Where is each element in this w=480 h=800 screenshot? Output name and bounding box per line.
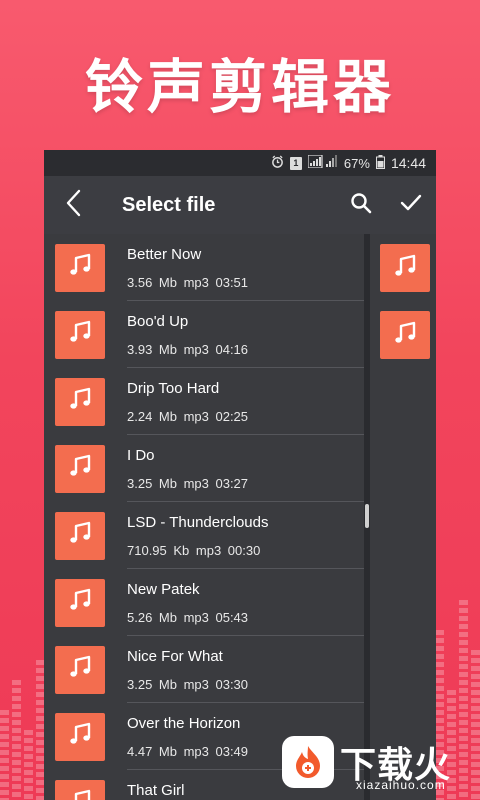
music-thumbnail (55, 511, 105, 560)
file-info: LSD - Thunderclouds 710.95 Kb mp3 00:30 (127, 502, 364, 569)
file-list-item[interactable]: I Do 3.25 Mb mp3 03:27 (44, 435, 364, 502)
file-title: That Girl (127, 782, 185, 799)
chevron-left-icon (65, 189, 83, 222)
file-list: Better Now 3.56 Mb mp3 03:51 Boo'd Up 3.93 … (44, 234, 364, 800)
file-list-item[interactable]: Better Now 3.56 Mb mp3 03:51 (44, 234, 364, 301)
music-note-icon (67, 721, 93, 752)
file-title: LSD - Thunderclouds (127, 514, 269, 531)
file-meta: 4.47 Mb mp3 03:49 (127, 744, 249, 759)
sim-card-icon: 1 (289, 156, 302, 170)
file-list-item[interactable]: Nice For What 3.25 Mb mp3 03:30 (44, 636, 364, 703)
file-title: Better Now (127, 246, 202, 263)
music-thumbnail (55, 243, 105, 292)
music-note-icon (67, 520, 93, 551)
file-meta: 3.93 Mb mp3 04:16 (127, 342, 249, 357)
file-list-area: Better Now 3.56 Mb mp3 03:51 Boo'd Up 3.93 … (44, 234, 436, 800)
file-meta: 2.24 Mb mp3 02:25 (127, 409, 249, 424)
file-info: Boo'd Up 3.93 Mb mp3 04:16 (127, 301, 364, 368)
status-bar: 1 67% 14:44 (44, 150, 436, 176)
file-list-item[interactable]: Boo'd Up 3.93 Mb mp3 04:16 (44, 301, 364, 368)
music-thumbnail (55, 779, 105, 800)
file-meta: 3.25 Mb mp3 03:30 (127, 677, 249, 692)
side-music-thumbnail[interactable] (380, 244, 430, 292)
file-title: Over the Horizon (127, 715, 241, 732)
file-meta: 3.56 Mb mp3 03:51 (127, 275, 249, 290)
watermark-logo: 下载火 xiazaihuo.com (282, 736, 478, 796)
signal-icon (307, 154, 338, 171)
music-note-icon (392, 320, 418, 351)
clock: 14:44 (390, 155, 426, 171)
music-note-icon (67, 453, 93, 484)
alarm-icon (271, 155, 284, 171)
banner-title: 铃声剪辑器 (84, 53, 395, 121)
music-thumbnail (55, 645, 105, 694)
music-note-icon (392, 253, 418, 284)
music-note-icon (67, 587, 93, 618)
music-note-icon (67, 386, 93, 417)
music-thumbnail (55, 310, 105, 359)
file-meta: 710.95 Kb mp3 00:30 (127, 543, 261, 558)
file-list-item[interactable]: Drip Too Hard 2.24 Mb mp3 02:25 (44, 368, 364, 435)
back-button[interactable] (44, 176, 104, 234)
page-title: Select file (122, 193, 216, 216)
file-info: Better Now 3.56 Mb mp3 03:51 (127, 234, 364, 301)
file-info: I Do 3.25 Mb mp3 03:27 (127, 435, 364, 502)
file-info: Nice For What 3.25 Mb mp3 03:30 (127, 636, 364, 703)
file-title: Boo'd Up (127, 313, 189, 330)
file-info: Drip Too Hard 2.24 Mb mp3 02:25 (127, 368, 364, 435)
side-music-thumbnail[interactable] (380, 311, 430, 359)
watermark-url: xiazaihuo.com (356, 778, 446, 792)
file-list-item[interactable]: New Patek 5.26 Mb mp3 05:43 (44, 569, 364, 636)
music-note-icon (67, 654, 93, 685)
file-info: New Patek 5.26 Mb mp3 05:43 (127, 569, 364, 636)
scrollbar-thumb[interactable] (365, 504, 369, 528)
side-thumbnail-list (380, 244, 430, 378)
search-icon (350, 192, 372, 219)
battery-percent: 67% (343, 155, 370, 171)
check-icon (400, 194, 422, 217)
file-list-item[interactable]: LSD - Thunderclouds 710.95 Kb mp3 00:30 (44, 502, 364, 569)
file-title: Drip Too Hard (127, 380, 220, 397)
file-title: I Do (127, 447, 155, 464)
search-button[interactable] (336, 176, 386, 234)
music-thumbnail (55, 712, 105, 761)
music-note-icon (67, 252, 93, 283)
battery-icon (375, 154, 385, 172)
music-thumbnail (55, 444, 105, 493)
toolbar: Select file (44, 176, 436, 234)
confirm-button[interactable] (386, 176, 436, 234)
file-title: New Patek (127, 581, 200, 598)
music-thumbnail (55, 377, 105, 426)
music-thumbnail (55, 578, 105, 627)
file-meta: 3.25 Mb mp3 03:27 (127, 476, 249, 491)
phone-screen: 1 67% 14:44 Select file Better Now 3.56 … (44, 150, 436, 800)
file-title: Nice For What (127, 648, 223, 665)
music-note-icon (67, 788, 93, 800)
music-note-icon (67, 319, 93, 350)
flame-logo-icon (282, 736, 334, 788)
file-meta: 5.26 Mb mp3 05:43 (127, 610, 249, 625)
